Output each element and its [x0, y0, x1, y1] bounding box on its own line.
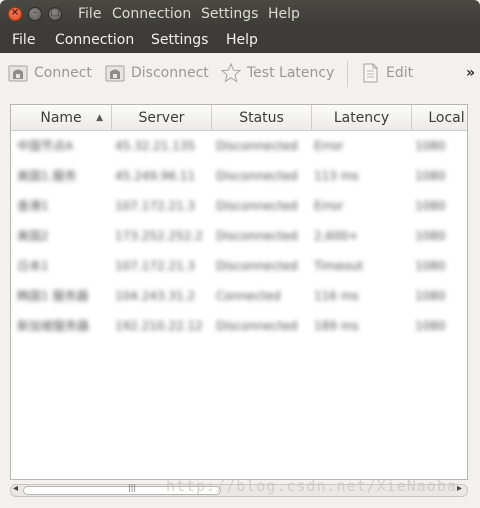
toolbar-overflow-button[interactable]: »: [466, 65, 475, 81]
window-titlebar: × – □ File Connection Settings Help: [0, 0, 480, 29]
column-header-status[interactable]: Status: [212, 105, 312, 131]
edit-label: Edit: [386, 65, 414, 81]
cell-status: Disconnected: [216, 229, 298, 243]
table-row[interactable]: 美国1.服务 45.249.96.11 Disconnected 113 ms 1080: [11, 166, 467, 186]
cell-server: 173.252.252.2: [115, 229, 203, 243]
cell-local: 1080: [415, 289, 446, 303]
column-local-label: Local: [428, 110, 465, 126]
titlebar-menu-file[interactable]: File: [78, 6, 101, 22]
scroll-left-icon[interactable]: ◂: [13, 483, 18, 494]
cell-name: 香港1: [17, 199, 49, 213]
disconnect-label: Disconnect: [131, 65, 209, 81]
minimize-icon: –: [32, 7, 38, 18]
cell-latency: 2,600+: [314, 229, 359, 243]
cell-name: 美国1.服务: [17, 169, 77, 183]
cell-server: 192.210.22.12: [115, 319, 203, 333]
column-server-label: Server: [138, 110, 185, 126]
maximize-window-button[interactable]: □: [48, 7, 62, 21]
test-latency-button[interactable]: Test Latency: [221, 63, 337, 85]
cell-status: Connected: [216, 289, 281, 303]
cell-name: 韩国1 服务器: [17, 289, 89, 303]
cell-latency: 113 ms: [314, 169, 359, 183]
table-row[interactable]: 香港1 107.172.21.3 Disconnected Error 1080: [11, 196, 467, 216]
cell-name: 中国节点A: [17, 139, 74, 153]
edit-button[interactable]: Edit: [360, 63, 420, 85]
cell-server: 104.243.31.2: [115, 289, 196, 303]
document-edit-icon: [363, 63, 378, 83]
column-header-latency[interactable]: Latency: [312, 105, 412, 131]
server-list[interactable]: Name ▲ Server Status Latency Local 中国节点A…: [10, 104, 468, 480]
column-status-label: Status: [239, 110, 284, 126]
toolbar-separator: [347, 61, 348, 87]
cell-name: 美国2: [17, 229, 49, 243]
titlebar-menu-connection[interactable]: Connection: [112, 6, 191, 22]
cell-local: 1080: [415, 139, 446, 153]
cell-local: 1080: [415, 199, 446, 213]
test-latency-label: Test Latency: [247, 65, 335, 81]
disconnect-icon: [105, 65, 125, 82]
maximize-icon: □: [50, 7, 60, 18]
cell-status: Disconnected: [216, 199, 298, 213]
menu-connection[interactable]: Connection: [55, 32, 134, 48]
sort-ascending-icon: ▲: [96, 113, 103, 123]
cell-local: 1080: [415, 229, 446, 243]
menu-file[interactable]: File: [12, 32, 35, 48]
cell-server: 45.32.21.135: [115, 139, 196, 153]
table-row[interactable]: 中国节点A 45.32.21.135 Disconnected Error 1080: [11, 136, 467, 156]
connect-button[interactable]: Connect: [8, 63, 98, 85]
disconnect-button[interactable]: Disconnect: [105, 63, 211, 85]
cell-latency: Timeout: [314, 259, 364, 273]
scroll-right-icon[interactable]: ▸: [457, 483, 462, 494]
watermark: http://blog.csdn.net/XieNaoba: [166, 477, 457, 495]
minimize-window-button[interactable]: –: [28, 7, 42, 21]
cell-local: 1080: [415, 259, 446, 273]
cell-server: 107.172.21.3: [115, 259, 196, 273]
cell-status: Disconnected: [216, 259, 298, 273]
menu-settings[interactable]: Settings: [151, 32, 208, 48]
cell-status: Disconnected: [216, 319, 298, 333]
menu-help[interactable]: Help: [226, 32, 258, 48]
table-row[interactable]: 新加坡服务器 192.210.22.12 Disconnected 189 ms 108…: [11, 316, 467, 336]
column-header-server[interactable]: Server: [112, 105, 212, 131]
toolbar: Connect Disconnect Test Latency Edit »: [0, 53, 480, 93]
cell-server: 45.249.96.11: [115, 169, 196, 183]
cell-latency: Error: [314, 139, 344, 153]
connect-label: Connect: [34, 65, 92, 81]
star-icon: [221, 63, 241, 83]
column-header-name[interactable]: Name ▲: [11, 105, 112, 131]
column-latency-label: Latency: [333, 110, 390, 126]
connect-icon: [8, 65, 28, 82]
cell-local: 1080: [415, 319, 446, 333]
cell-name: 日本1: [17, 259, 49, 273]
cell-status: Disconnected: [216, 169, 298, 183]
cell-latency: Error: [314, 199, 344, 213]
menubar: File Connection Settings Help: [0, 29, 480, 53]
cell-status: Disconnected: [216, 139, 298, 153]
cell-local: 1080: [415, 169, 446, 183]
cell-latency: 116 ms: [314, 289, 359, 303]
cell-server: 107.172.21.3: [115, 199, 196, 213]
column-name-label: Name: [40, 110, 82, 126]
titlebar-menu-settings[interactable]: Settings: [201, 6, 258, 22]
column-header-local[interactable]: Local: [412, 105, 467, 131]
grip-icon: |||: [128, 483, 137, 492]
table-row[interactable]: 日本1 107.172.21.3 Disconnected Timeout 1080: [11, 256, 467, 276]
close-window-button[interactable]: ×: [8, 7, 22, 21]
close-icon: ×: [10, 7, 20, 18]
table-row[interactable]: 美国2 173.252.252.2 Disconnected 2,600+ 1080: [11, 226, 467, 246]
cell-name: 新加坡服务器: [17, 319, 90, 333]
cell-latency: 189 ms: [314, 319, 359, 333]
titlebar-menu-help[interactable]: Help: [268, 6, 300, 22]
table-row[interactable]: 韩国1 服务器 104.243.31.2 Connected 116 ms 1080: [11, 286, 467, 306]
